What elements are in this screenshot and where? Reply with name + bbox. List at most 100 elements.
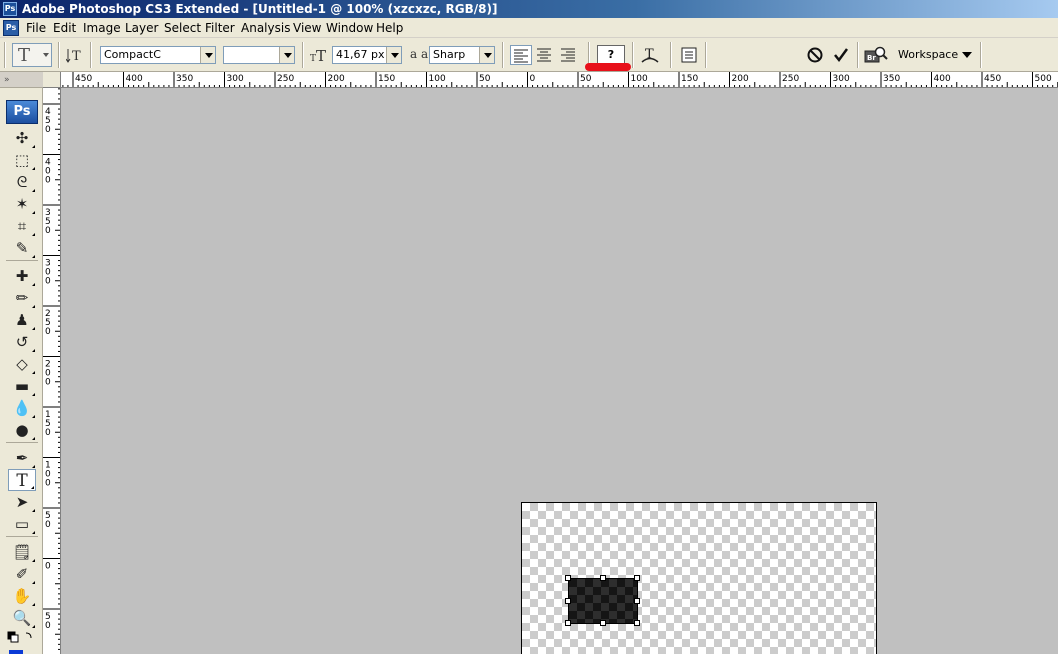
path-selection-tool-icon: ➤ [15,493,29,511]
notes-tool[interactable]: 🗒 [8,541,36,563]
chevron-down-icon[interactable] [200,47,215,63]
options-bar: T T CompactC T T 41,67 px a a Sharp ? T … [0,38,1058,72]
dodge-tool[interactable]: ● [8,419,36,441]
divider [58,42,60,68]
vertical-ruler[interactable]: 45040035030025020015010050050 [43,88,61,654]
ruler-label: 0 [45,479,51,489]
photoshop-logo[interactable]: Ps [6,100,38,124]
type-tool[interactable]: T [8,469,36,491]
flyout-indicator [32,559,35,562]
flyout-indicator [32,465,35,468]
document-canvas[interactable] [521,502,877,654]
canvas-area[interactable] [62,88,1058,654]
hand-tool[interactable]: ✋ [8,585,36,607]
shape-tool[interactable]: ▭ [8,513,36,535]
font-family-value: CompactC [104,48,161,61]
menu-layer[interactable]: Layer [125,21,158,35]
menu-file[interactable]: File [26,21,46,35]
align-center-button[interactable] [534,45,556,65]
tool-preset-picker[interactable]: T [12,43,52,67]
eyedropper-tool-icon: ✐ [15,565,29,583]
chevron-down-icon[interactable] [386,47,401,63]
menu-view[interactable]: View [293,21,321,35]
font-family-select[interactable]: CompactC [100,46,216,64]
flyout-indicator [32,509,35,512]
chevron-down-icon[interactable] [279,47,294,63]
transform-handle-e[interactable] [634,598,640,604]
chevron-down-icon[interactable] [479,47,494,63]
divider [302,42,304,68]
menu-help[interactable]: Help [376,21,403,35]
menu-filter[interactable]: Filter [205,21,235,35]
transform-handle-ne[interactable] [634,575,640,581]
commit-icon[interactable] [832,46,850,64]
svg-text:T: T [72,49,81,64]
flyout-indicator [32,415,35,418]
menu-edit[interactable]: Edit [53,21,76,35]
flyout-indicator [32,327,35,330]
toolbox-divider [6,260,38,261]
healing-brush-tool[interactable]: ✚ [8,265,36,287]
text-color-swatch[interactable]: ? [597,45,625,65]
magic-wand-tool[interactable]: ✶ [8,193,36,215]
path-selection-tool[interactable]: ➤ [8,491,36,513]
bridge-icon[interactable]: Br [864,45,888,65]
slice-tool[interactable]: ✎ [8,237,36,259]
antialias-select[interactable]: Sharp [429,46,495,64]
warp-text-icon[interactable]: T [640,45,660,65]
ruler-label: 150 [681,74,698,84]
transform-handle-nw[interactable] [565,575,571,581]
clone-stamp-tool-icon: ♟ [15,311,29,329]
color-swatches[interactable] [6,630,36,654]
text-bounding-box[interactable] [565,575,640,626]
lasso-tool[interactable]: ᘓ [8,171,36,193]
divider [705,42,707,68]
eyedropper-tool[interactable]: ✐ [8,563,36,585]
align-left-button[interactable] [510,45,532,65]
zoom-tool[interactable]: 🔍 [8,607,36,629]
slice-tool-icon: ✎ [15,239,29,257]
healing-brush-tool-icon: ✚ [15,267,29,285]
align-right-button[interactable] [558,45,580,65]
move-tool[interactable]: ✣ [8,127,36,149]
menu-select[interactable]: Select [164,21,201,35]
ruler-label: 0 [45,378,51,388]
brush-tool[interactable]: ✏ [8,287,36,309]
zoom-tool-icon: 🔍 [12,609,32,627]
gradient-tool[interactable]: ▬ [8,375,36,397]
blur-tool-icon: 💧 [12,399,32,417]
character-palette-icon[interactable] [680,46,698,64]
shape-tool-icon: ▭ [14,515,30,533]
document-icon[interactable]: Ps [3,20,19,36]
crop-tool[interactable]: ⌗ [8,215,36,237]
transform-handle-n[interactable] [600,575,606,581]
toolbox-divider [6,536,38,537]
text-orientation-icon[interactable]: T [66,46,84,64]
ruler-origin[interactable] [43,72,61,88]
marquee-tool[interactable]: ⬚ [8,149,36,171]
title-bar[interactable]: Ps Adobe Photoshop CS3 Extended - [Untit… [0,0,1058,18]
horizontal-ruler[interactable]: 450 400 350 300 250 200 150 100 50 0 50 100 150 200 25… [43,72,1058,88]
cancel-icon[interactable] [806,46,824,64]
ruler-label: 450 [984,74,1001,84]
transform-handle-se[interactable] [634,620,640,626]
transform-handle-sw[interactable] [565,620,571,626]
transform-handle-s[interactable] [600,620,606,626]
ruler-label: 400 [126,74,143,84]
transform-handle-w[interactable] [565,598,571,604]
history-brush-tool[interactable]: ↺ [8,331,36,353]
pen-tool[interactable]: ✒ [8,447,36,469]
menu-window[interactable]: Window [326,21,373,35]
menu-analysis[interactable]: Analysis [241,21,290,35]
eraser-tool[interactable]: ◇ [8,353,36,375]
menu-image[interactable]: Image [83,21,121,35]
font-style-select[interactable] [223,46,295,64]
blur-tool[interactable]: 💧 [8,397,36,419]
ruler-label: 300 [227,74,244,84]
workspace-menu[interactable]: Workspace [898,47,973,63]
font-size-value: 41,67 px [336,48,385,61]
flyout-indicator [31,486,34,489]
toolbox-grip[interactable]: » [0,72,43,88]
font-size-select[interactable]: 41,67 px [332,46,402,64]
clone-stamp-tool[interactable]: ♟ [8,309,36,331]
